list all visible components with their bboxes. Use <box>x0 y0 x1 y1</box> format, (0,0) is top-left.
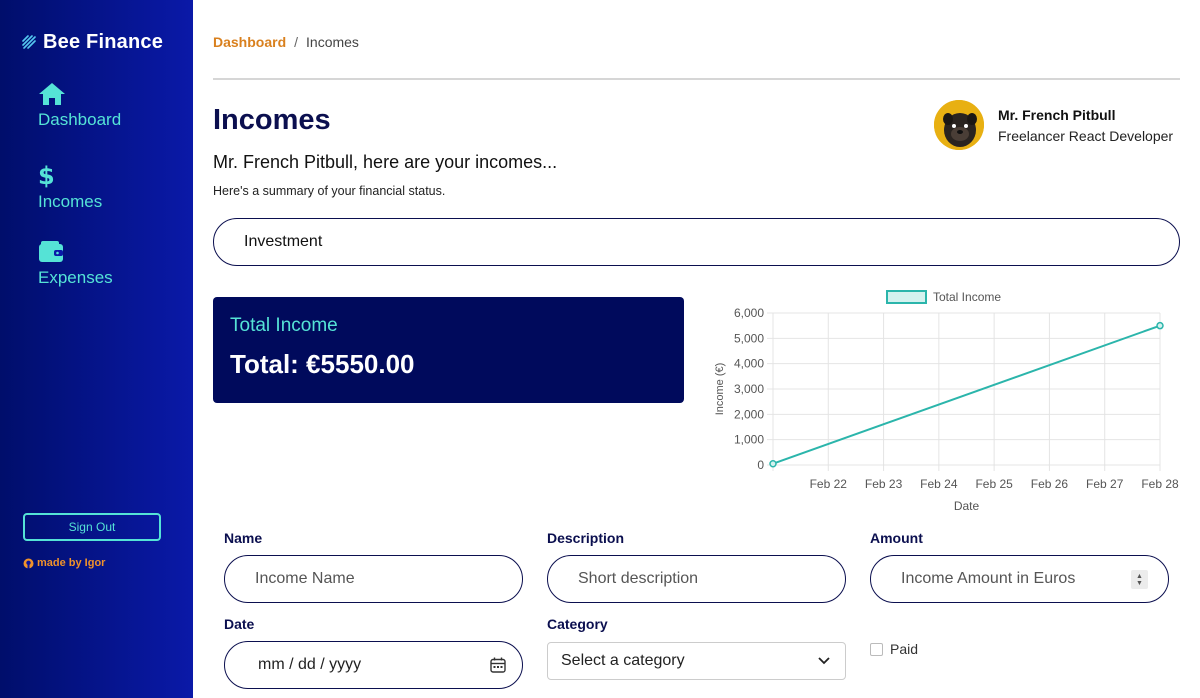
sign-out-button[interactable]: Sign Out <box>23 513 161 541</box>
sidebar-item-label: Expenses <box>38 268 113 287</box>
description-label: Description <box>547 530 625 546</box>
page-title: Incomes <box>213 104 331 136</box>
profile-text: Mr. French Pitbull Freelancer React Deve… <box>998 100 1173 144</box>
sidebar-item-label: Dashboard <box>38 110 122 129</box>
sidebar-item-expenses[interactable]: Expenses <box>38 240 113 288</box>
amount-placeholder: Income Amount in Euros <box>901 570 1076 587</box>
user-profile[interactable]: Mr. French Pitbull Freelancer React Deve… <box>934 100 1173 150</box>
series-line <box>772 324 1161 465</box>
page-summary: Here's a summary of your financial statu… <box>213 184 446 198</box>
profile-role: Freelancer React Developer <box>998 128 1174 144</box>
y-tick-label: 1,000 <box>734 433 764 447</box>
made-by-link[interactable]: made by Igor <box>23 557 105 569</box>
x-tick-label: Feb 26 <box>1031 477 1069 491</box>
breadcrumb-separator: / <box>294 34 299 50</box>
x-tick-label: Feb 23 <box>865 477 903 491</box>
category-label: Category <box>547 616 608 632</box>
date-input[interactable]: mm / dd / yyyy <box>224 641 523 689</box>
pug-avatar-icon <box>934 100 984 150</box>
header-divider <box>213 78 1180 80</box>
y-tick-label: 5,000 <box>734 331 764 345</box>
x-tick-label: Feb 27 <box>1086 477 1124 491</box>
total-income-card: Total Income Total: €5550.00 <box>213 297 684 403</box>
x-tick-label: Feb 22 <box>810 477 848 491</box>
paid-checkbox[interactable] <box>870 643 883 656</box>
breadcrumb-dashboard-link[interactable]: Dashboard <box>213 34 286 50</box>
chevron-down-icon <box>818 657 830 665</box>
brand[interactable]: Bee Finance <box>22 31 163 54</box>
github-icon <box>23 558 34 568</box>
name-input[interactable]: Income Name <box>224 555 523 603</box>
sidebar-item-label: Incomes <box>38 192 103 211</box>
profile-name: Mr. French Pitbull <box>998 107 1116 123</box>
name-label: Name <box>224 530 263 546</box>
total-income-label: Total Income <box>230 315 338 336</box>
x-tick-label: Feb 28 <box>1141 477 1179 491</box>
date-placeholder: mm / dd / yyyy <box>258 656 362 673</box>
avatar <box>934 100 984 150</box>
income-line-chart: 0 1,000 2,000 3,000 4,000 5,000 6,000 Feb 22 Feb… <box>714 290 1179 513</box>
category-filter[interactable]: Investment <box>213 218 1180 266</box>
sidebar-item-dashboard[interactable]: Dashboard <box>38 82 121 130</box>
dollar-icon: $ <box>38 162 54 188</box>
description-placeholder: Short description <box>578 570 699 587</box>
made-by-text: made by Igor <box>37 557 106 569</box>
x-tick-label: Feb 25 <box>975 477 1013 491</box>
income-chart: 0 1,000 2,000 3,000 4,000 5,000 6,000 Feb 22 Feb… <box>704 280 1180 520</box>
y-tick-label: 2,000 <box>734 407 764 421</box>
y-tick-label: 0 <box>757 458 764 472</box>
y-tick-label: 4,000 <box>734 357 764 371</box>
x-axis-title: Date <box>954 499 980 513</box>
calendar-icon[interactable] <box>490 657 506 673</box>
data-point <box>769 459 777 468</box>
category-filter-value: Investment <box>244 233 323 250</box>
amount-input[interactable]: Income Amount in Euros ▲ ▼ <box>870 555 1169 603</box>
x-tick-label: Feb 24 <box>920 477 958 491</box>
sidebar: Bee Finance Dashboard $ Incomes Expenses… <box>0 0 193 698</box>
sidebar-item-incomes[interactable]: $ Incomes <box>38 162 102 212</box>
y-tick-label: 6,000 <box>734 306 764 320</box>
breadcrumb-current: Incomes <box>306 34 359 50</box>
brand-name: Bee Finance <box>43 31 164 53</box>
description-input[interactable]: Short description <box>547 555 846 603</box>
name-placeholder: Income Name <box>255 570 355 587</box>
legend-label: Total Income <box>933 290 1001 304</box>
date-label: Date <box>224 616 255 632</box>
data-point <box>1156 321 1164 330</box>
svg-text:$: $ <box>38 162 54 188</box>
page-greeting: Mr. French Pitbull, here are your income… <box>213 152 558 172</box>
category-select[interactable]: Select a category <box>547 642 846 680</box>
breadcrumb: Dashboard / Incomes <box>213 34 359 50</box>
wallet-icon <box>39 241 63 262</box>
y-tick-label: 3,000 <box>734 382 764 396</box>
category-placeholder: Select a category <box>561 652 685 669</box>
home-icon <box>39 83 65 105</box>
total-income-value: Total: €5550.00 <box>230 349 415 379</box>
y-axis-title: Income (€) <box>714 363 726 416</box>
paid-label: Paid <box>890 641 919 657</box>
number-stepper-icon[interactable]: ▲ ▼ <box>1131 570 1148 589</box>
bee-logo-icon <box>22 35 36 49</box>
amount-label: Amount <box>870 530 923 546</box>
legend-swatch <box>886 290 927 304</box>
